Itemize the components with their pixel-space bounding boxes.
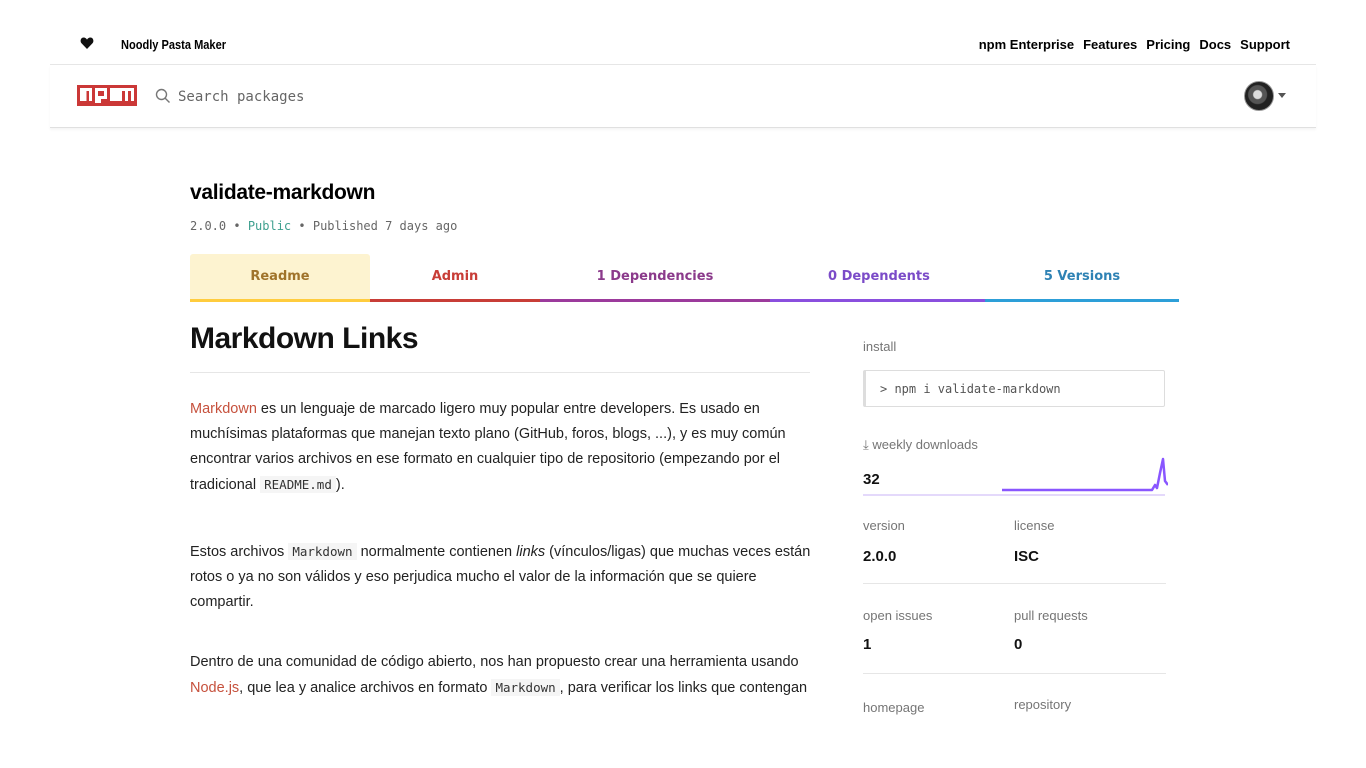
install-command-box[interactable]: > npm i validate-markdown: [863, 370, 1165, 407]
nav-npm-enterprise[interactable]: npm Enterprise: [979, 37, 1074, 52]
npm-logo[interactable]: [77, 85, 137, 106]
version-value: 2.0.0: [863, 548, 897, 565]
divider: [863, 673, 1166, 674]
readme-heading: Markdown Links: [190, 322, 810, 373]
readme-paragraph-1: Markdown es un lenguaje de marcado liger…: [190, 397, 815, 498]
homepage-label: homepage: [863, 700, 925, 715]
repository-label: repository: [1014, 697, 1072, 712]
install-command[interactable]: > npm i validate-markdown: [880, 382, 1061, 396]
chevron-down-icon[interactable]: [1278, 93, 1286, 98]
tagline-link[interactable]: Noodly Pasta Maker: [121, 37, 226, 52]
download-icon: ⤓: [863, 437, 873, 452]
downloads-sparkline[interactable]: [1002, 455, 1168, 495]
nav-support[interactable]: Support: [1240, 37, 1290, 52]
tab-dependencies[interactable]: 1 Dependencies: [540, 254, 770, 302]
weekly-downloads-label: ⤓ weekly downloads: [863, 437, 1166, 453]
tab-versions-label: 5 Versions: [1043, 269, 1121, 284]
version-label: version: [863, 518, 905, 533]
tab-dependencies-label: 1 Dependencies: [596, 269, 714, 284]
license-value: ISC: [1014, 548, 1040, 565]
readme-paragraph-2: Estos archivos Markdown normalmente cont…: [190, 539, 815, 615]
install-label: install: [863, 339, 897, 354]
tab-readme-label: Readme: [250, 269, 310, 284]
package-title: validate-markdown: [190, 181, 376, 204]
markdown-link[interactable]: Markdown: [190, 401, 257, 417]
search-bar: [50, 65, 1316, 128]
paragraph-text: Dentro de una comunidad de código abiert…: [190, 654, 799, 670]
avatar[interactable]: [1244, 81, 1274, 111]
package-meta: 2.0.0 • Public • Published 7 days ago: [190, 219, 458, 233]
paragraph-text: normalmente contienen: [356, 544, 517, 560]
nav-docs[interactable]: Docs: [1199, 37, 1231, 52]
nav-features[interactable]: Features: [1083, 37, 1137, 52]
license-label: license: [1014, 518, 1055, 533]
inline-code: Markdown: [491, 679, 560, 696]
readme-paragraph-3: Dentro de una comunidad de código abiert…: [190, 650, 815, 701]
weekly-downloads-count: 32: [863, 471, 880, 488]
weekly-downloads-text: weekly downloads: [872, 437, 978, 452]
inline-code: Markdown: [288, 543, 357, 560]
search-icon: [155, 88, 170, 103]
package-visibility: Public: [247, 219, 292, 233]
search-input[interactable]: [176, 83, 980, 111]
tab-readme[interactable]: Readme: [190, 254, 370, 302]
emphasis-text: links: [516, 544, 546, 560]
inline-code: README.md: [260, 476, 336, 493]
paragraph-text: Estos archivos: [190, 544, 289, 560]
tab-admin-label: Admin: [431, 269, 479, 284]
pull-requests-label: pull requests: [1014, 608, 1088, 623]
heart-icon[interactable]: [80, 36, 94, 50]
tab-dependents[interactable]: 0 Dependents: [770, 254, 985, 302]
paragraph-text: , que lea y analice archivos en formato: [239, 680, 492, 696]
nodejs-link[interactable]: Node.js: [190, 680, 239, 696]
divider: [863, 583, 1166, 584]
top-nav: npm Enterprise Features Pricing Docs Sup…: [979, 37, 1290, 52]
pull-requests-value[interactable]: 0: [1014, 636, 1022, 653]
package-version: 2.0.0: [190, 219, 227, 233]
top-bar: Noodly Pasta Maker npm Enterprise Featur…: [50, 26, 1316, 65]
tab-dependents-label: 0 Dependents: [828, 269, 930, 284]
package-tabs: Readme Admin 1 Dependencies 0 Dependents…: [190, 254, 1179, 302]
paragraph-text: ).: [335, 477, 345, 493]
open-issues-value[interactable]: 1: [863, 636, 871, 653]
tab-admin[interactable]: Admin: [370, 254, 540, 302]
open-issues-label: open issues: [863, 608, 933, 623]
package-published: Published 7 days ago: [312, 219, 458, 233]
nav-pricing[interactable]: Pricing: [1146, 37, 1190, 52]
paragraph-text: , para verificar los links que contengan: [559, 680, 808, 696]
tab-versions[interactable]: 5 Versions: [985, 254, 1179, 302]
